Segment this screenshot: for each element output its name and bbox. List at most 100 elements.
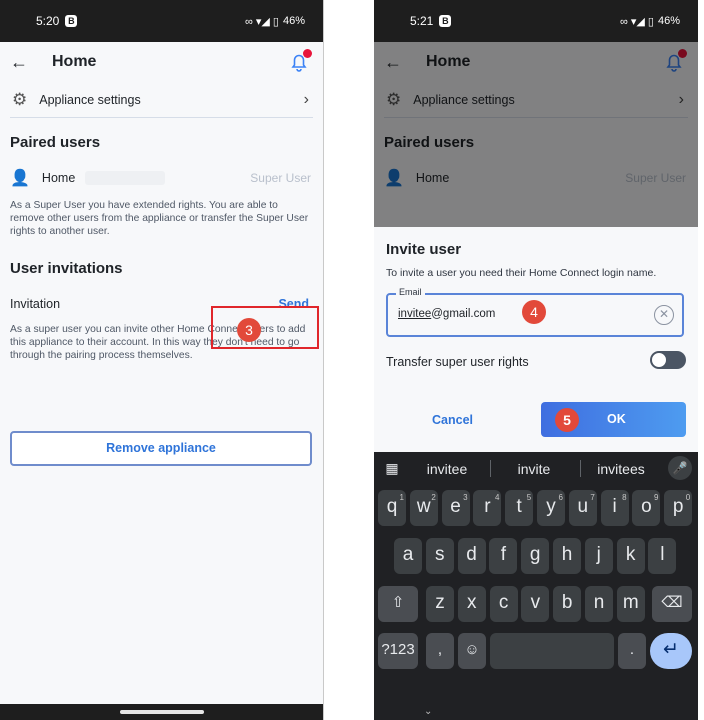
key-f[interactable]: f xyxy=(489,538,518,574)
key-u-hint: 7 xyxy=(590,493,595,502)
key-g[interactable]: g xyxy=(521,538,550,574)
key-d[interactable]: d xyxy=(457,538,486,574)
keyboard-menu-icon[interactable]: ▦ xyxy=(374,460,410,477)
key-m-label: m xyxy=(622,592,639,613)
key-p[interactable]: p0 xyxy=(664,490,693,526)
status-time: 5:21 xyxy=(410,14,434,28)
key-l[interactable]: l xyxy=(648,538,677,574)
email-field-label: Email xyxy=(396,287,425,297)
user-icon: 👤 xyxy=(10,170,30,187)
key-q-label: q xyxy=(386,496,398,517)
period-key-label: . xyxy=(629,641,635,658)
key-x[interactable]: x xyxy=(457,586,486,622)
appliance-settings-label: Appliance settings xyxy=(39,92,141,107)
key-s[interactable]: s xyxy=(425,538,454,574)
right-screen: 5:21 B ∞ ▾◢ ▯ 46% ← Home ⚙ Appliance sett… xyxy=(374,0,698,720)
key-i-label: i xyxy=(612,496,617,517)
key-u[interactable]: u7 xyxy=(568,490,597,526)
key-w[interactable]: w2 xyxy=(409,490,438,526)
symbols-key-label: ?123 xyxy=(381,641,415,658)
key-a[interactable]: a xyxy=(394,538,422,574)
keyboard-hide-chevron-icon[interactable]: ⌄ xyxy=(374,706,698,720)
suggestion-1[interactable]: invitee xyxy=(412,461,482,477)
key-h[interactable]: h xyxy=(553,538,581,574)
suggestion-3[interactable]: invitees xyxy=(586,461,656,477)
notification-dot xyxy=(303,49,312,58)
comma-key[interactable]: , xyxy=(426,633,454,669)
key-u-label: u xyxy=(577,496,589,517)
remove-appliance-button[interactable]: Remove appliance xyxy=(10,431,312,466)
suggestion-2[interactable]: invite xyxy=(499,461,569,477)
key-f-label: f xyxy=(500,544,507,565)
invite-user-dialog: Invite user To invite a user you need th… xyxy=(374,227,698,452)
key-i[interactable]: i8 xyxy=(600,490,629,526)
key-z-label: z xyxy=(435,592,445,613)
emoji-key-icon[interactable]: ☺ xyxy=(458,633,486,669)
notification-bell-icon[interactable] xyxy=(287,49,312,74)
invitation-label: Invitation xyxy=(10,297,61,311)
enter-key-icon-label: ↵ xyxy=(663,639,679,660)
user-name: Home xyxy=(41,171,76,185)
super-user-description: As a Super User you have extended rights… xyxy=(10,200,309,237)
period-key[interactable]: . xyxy=(618,633,646,669)
key-r[interactable]: r4 xyxy=(473,490,502,526)
key-j-label: j xyxy=(596,544,601,565)
status-bar: 5:20 B ∞ ▾◢ ▯ 46% xyxy=(0,0,323,42)
key-o[interactable]: o9 xyxy=(632,490,661,526)
left-screen: 5:20 B ∞ ▾◢ ▯ 46% ← Home ⚙ Appliance sett… xyxy=(0,0,324,720)
user-role: Super User xyxy=(250,171,311,185)
dim-overlay[interactable] xyxy=(374,42,698,228)
suggestion-divider xyxy=(580,460,581,477)
email-value[interactable]: invitee@gmail.com xyxy=(398,308,495,320)
key-k[interactable]: k xyxy=(616,538,645,574)
transfer-rights-toggle[interactable] xyxy=(650,351,686,369)
key-k-label: k xyxy=(625,544,636,565)
key-c-label: c xyxy=(498,592,509,613)
key-d-label: d xyxy=(466,544,477,565)
chevron-right-icon: › xyxy=(303,90,309,108)
gear-icon: ⚙ xyxy=(12,89,28,109)
key-q-hint: 1 xyxy=(399,493,404,502)
key-g-label: g xyxy=(529,544,541,565)
key-y-hint: 6 xyxy=(558,493,563,502)
ok-button[interactable]: 5 OK xyxy=(541,402,686,437)
key-x-label: x xyxy=(467,592,477,613)
space-key[interactable] xyxy=(490,633,614,669)
symbols-key[interactable]: ?123 xyxy=(378,633,418,669)
clear-icon[interactable]: ✕ xyxy=(654,305,674,325)
key-q[interactable]: q1 xyxy=(378,490,406,526)
page-title: Home xyxy=(52,53,97,70)
key-r-label: r xyxy=(484,496,491,517)
key-c[interactable]: c xyxy=(489,586,518,622)
paired-user-row: 👤 Home Super User xyxy=(0,161,323,195)
shift-key-icon[interactable]: ⇧ xyxy=(378,586,418,622)
home-handle[interactable] xyxy=(119,710,204,714)
cancel-button[interactable]: Cancel xyxy=(432,413,473,427)
dialog-subtitle: To invite a user you need their Home Con… xyxy=(386,267,657,279)
nav-bar xyxy=(0,704,323,720)
backspace-key-icon-label: ⌫ xyxy=(661,594,683,611)
key-z[interactable]: z xyxy=(426,586,454,622)
key-v[interactable]: v xyxy=(521,586,550,622)
status-bar: 5:21 B ∞ ▾◢ ▯ 46% xyxy=(374,0,698,42)
key-p-hint: 0 xyxy=(685,493,691,502)
key-m[interactable]: m xyxy=(616,586,645,622)
key-j[interactable]: j xyxy=(584,538,613,574)
toggle-knob xyxy=(651,352,667,368)
highlight-box xyxy=(211,306,319,349)
step-marker-3: 3 xyxy=(237,318,261,342)
key-y[interactable]: y6 xyxy=(537,490,565,526)
key-e[interactable]: e3 xyxy=(441,490,470,526)
enter-key-icon[interactable]: ↵ xyxy=(650,633,692,669)
key-b[interactable]: b xyxy=(553,586,582,622)
back-arrow-icon[interactable]: ← xyxy=(10,52,40,73)
appliance-settings-row[interactable]: ⚙ Appliance settings › xyxy=(10,82,313,118)
key-t[interactable]: t5 xyxy=(505,490,534,526)
key-o-hint: 9 xyxy=(653,493,659,502)
key-n[interactable]: n xyxy=(585,586,613,622)
email-value-composing: invitee xyxy=(398,308,432,320)
backspace-key-icon[interactable]: ⌫ xyxy=(652,586,692,622)
microphone-icon[interactable]: 🎤 xyxy=(668,456,692,480)
key-b-label: b xyxy=(561,592,573,613)
key-t-hint: 5 xyxy=(526,493,532,502)
